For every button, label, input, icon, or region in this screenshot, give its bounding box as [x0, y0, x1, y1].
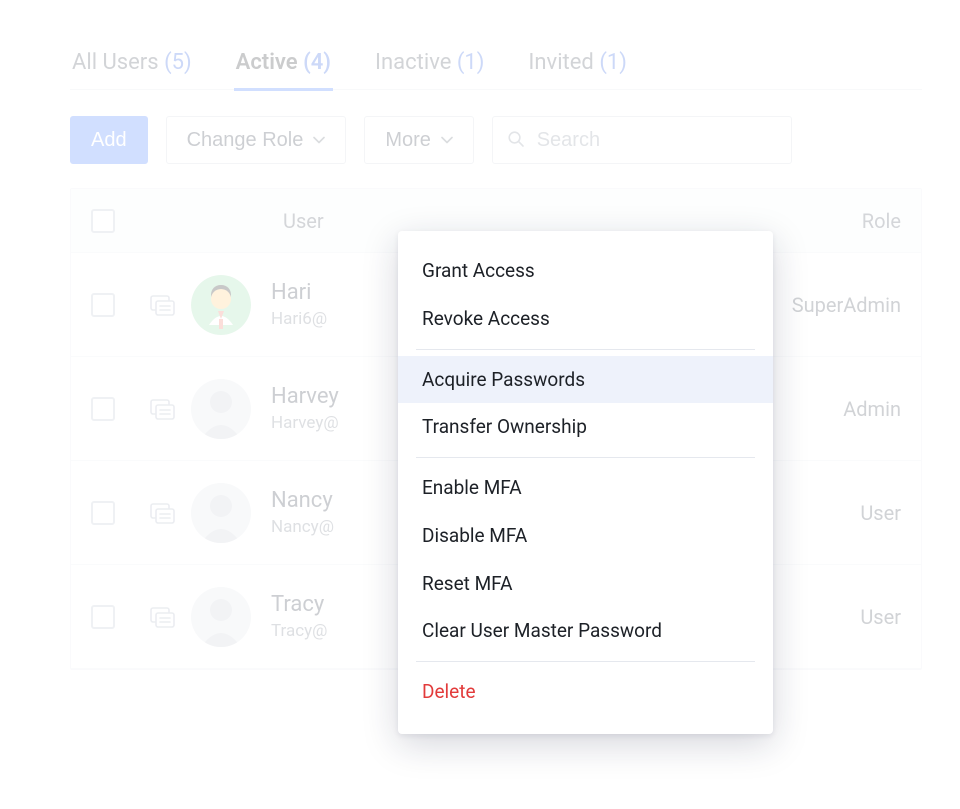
tab-label: All Users — [72, 50, 159, 75]
avatar — [191, 587, 251, 647]
user-email: Hari6@ — [271, 309, 327, 329]
dropdown-item-grant-access[interactable]: Grant Access — [398, 247, 773, 295]
tab-label: Active — [236, 50, 298, 75]
row-checkbox[interactable] — [91, 293, 115, 317]
dropdown-separator — [416, 457, 755, 458]
search-field[interactable] — [492, 116, 792, 164]
tab-count: (1) — [457, 50, 485, 75]
tabs: All Users (5) Active (4) Inactive (1) In… — [70, 50, 922, 90]
tab-label: Invited — [528, 50, 593, 75]
add-button[interactable]: Add — [70, 116, 148, 164]
row-checkbox[interactable] — [91, 501, 115, 525]
dropdown-item-revoke-access[interactable]: Revoke Access — [398, 295, 773, 343]
dropdown-item-delete[interactable]: Delete — [398, 668, 773, 716]
more-label: More — [385, 129, 431, 152]
user-email: Nancy@ — [271, 517, 334, 537]
more-button[interactable]: More — [364, 116, 474, 164]
dropdown-separator — [416, 661, 755, 662]
search-icon — [507, 130, 525, 150]
credentials-icon — [135, 292, 191, 318]
dropdown-item-acquire-passwords[interactable]: Acquire Passwords — [398, 356, 773, 404]
search-input[interactable] — [537, 129, 775, 152]
chevron-down-icon — [313, 134, 325, 146]
tab-label: Inactive — [375, 50, 451, 75]
tab-inactive[interactable]: Inactive (1) — [373, 50, 486, 89]
row-checkbox[interactable] — [91, 397, 115, 421]
avatar — [191, 275, 251, 335]
dropdown-item-transfer-ownership[interactable]: Transfer Ownership — [398, 403, 773, 451]
tab-count: (5) — [164, 50, 192, 75]
dropdown-separator — [416, 349, 755, 350]
user-name: Nancy — [271, 488, 334, 513]
tab-count: (1) — [599, 50, 627, 75]
select-all-checkbox[interactable] — [91, 209, 115, 233]
avatar — [191, 379, 251, 439]
user-name: Harvey — [271, 384, 339, 409]
column-role: Role — [731, 209, 901, 233]
tab-all-users[interactable]: All Users (5) — [70, 50, 194, 89]
tab-invited[interactable]: Invited (1) — [526, 50, 628, 89]
user-email: Tracy@ — [271, 621, 327, 641]
dropdown-item-enable-mfa[interactable]: Enable MFA — [398, 464, 773, 512]
column-user: User — [191, 209, 731, 233]
dropdown-item-reset-mfa[interactable]: Reset MFA — [398, 560, 773, 608]
tab-active[interactable]: Active (4) — [234, 50, 333, 89]
avatar — [191, 483, 251, 543]
credentials-icon — [135, 604, 191, 630]
row-checkbox[interactable] — [91, 605, 115, 629]
user-email: Harvey@ — [271, 413, 339, 433]
change-role-button[interactable]: Change Role — [166, 116, 347, 164]
toolbar: Add Change Role More — [70, 90, 922, 188]
credentials-icon — [135, 500, 191, 526]
user-name: Hari — [271, 280, 327, 305]
more-dropdown: Grant AccessRevoke Access Acquire Passwor… — [398, 231, 773, 734]
chevron-down-icon — [441, 134, 453, 146]
change-role-label: Change Role — [187, 129, 304, 152]
dropdown-item-disable-mfa[interactable]: Disable MFA — [398, 512, 773, 560]
user-name: Tracy — [271, 592, 327, 617]
dropdown-item-clear-user-master-password[interactable]: Clear User Master Password — [398, 607, 773, 655]
tab-count: (4) — [303, 50, 331, 75]
credentials-icon — [135, 396, 191, 422]
